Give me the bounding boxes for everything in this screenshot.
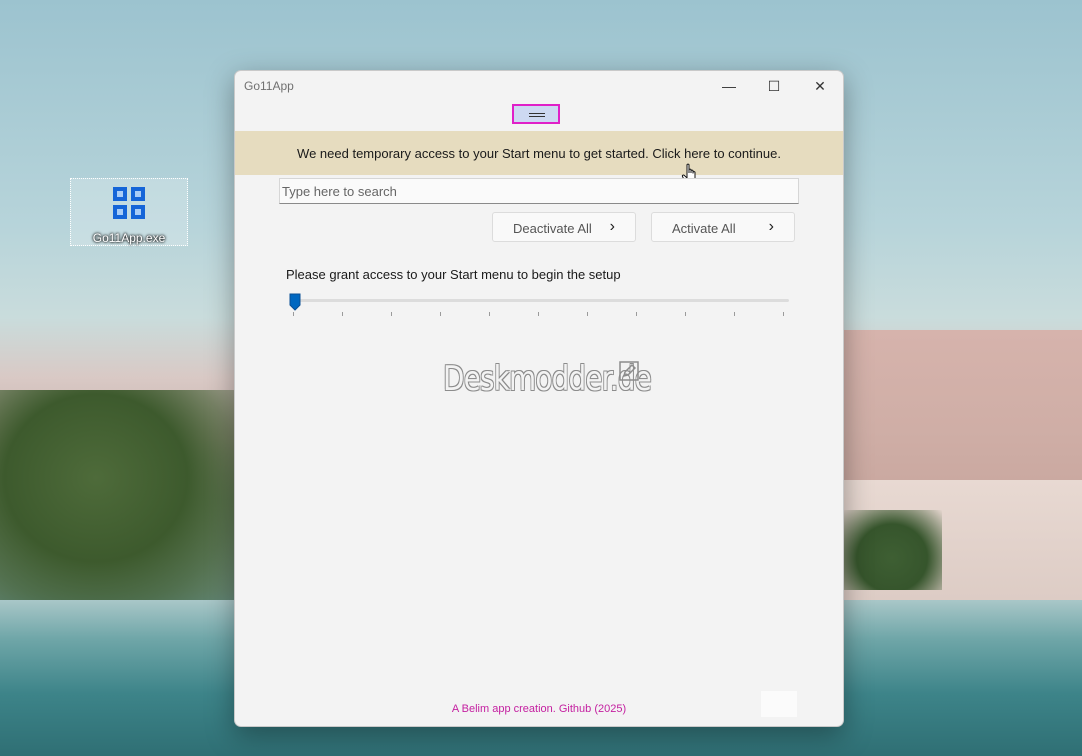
- access-banner[interactable]: We need temporary access to your Start m…: [235, 131, 843, 175]
- deactivate-all-button[interactable]: Deactivate All ›: [492, 212, 636, 242]
- chevron-right-icon: ›: [609, 218, 615, 235]
- windows-logo-icon: [113, 187, 145, 219]
- background-trees-right: [842, 510, 942, 590]
- window-title: Go11App: [244, 79, 294, 93]
- chevron-right-icon: ›: [768, 218, 774, 235]
- app-window: Go11App — ☐ ✕ We need temporary access t…: [234, 70, 844, 727]
- search-input[interactable]: [279, 178, 799, 204]
- activate-all-button[interactable]: Activate All ›: [651, 212, 795, 242]
- activate-all-label: Activate All: [672, 221, 736, 236]
- slider-tick: [293, 312, 294, 316]
- slider-tick: [636, 312, 637, 316]
- slider-ticks: [293, 312, 793, 318]
- slider-tick: [587, 312, 588, 316]
- slider-tick: [538, 312, 539, 316]
- minimize-button[interactable]: —: [706, 71, 752, 101]
- footer-blank-box: [761, 691, 797, 717]
- slider-tick: [734, 312, 735, 316]
- slider-tick: [783, 312, 784, 316]
- hamburger-icon-line-1: [529, 113, 545, 114]
- slider-tick: [440, 312, 441, 316]
- footer-credit[interactable]: A Belim app creation. Github (2025): [235, 703, 843, 715]
- slider-tick: [391, 312, 392, 316]
- setup-message: Please grant access to your Start menu t…: [286, 267, 621, 282]
- background-trees-left: [0, 390, 240, 610]
- minimize-icon: —: [722, 78, 736, 94]
- deactivate-all-label: Deactivate All: [513, 221, 592, 236]
- maximize-button[interactable]: ☐: [751, 71, 797, 101]
- hamburger-icon-line-2: [529, 116, 545, 117]
- desktop-icon-label: Go11App.exe: [92, 231, 166, 245]
- desktop-icon-go11app[interactable]: Go11App.exe: [70, 178, 188, 246]
- menu-button[interactable]: [512, 104, 560, 124]
- maximize-icon: ☐: [767, 77, 781, 94]
- close-icon: ✕: [814, 77, 826, 94]
- title-bar[interactable]: Go11App — ☐ ✕: [235, 71, 843, 103]
- banner-message: We need temporary access to your Start m…: [297, 146, 781, 161]
- slider-tick: [489, 312, 490, 316]
- edit-icon: [619, 361, 639, 381]
- slider-tick: [685, 312, 686, 316]
- setup-progress-slider[interactable]: [293, 299, 789, 302]
- close-button[interactable]: ✕: [797, 71, 843, 101]
- slider-thumb[interactable]: [289, 293, 301, 311]
- slider-tick: [342, 312, 343, 316]
